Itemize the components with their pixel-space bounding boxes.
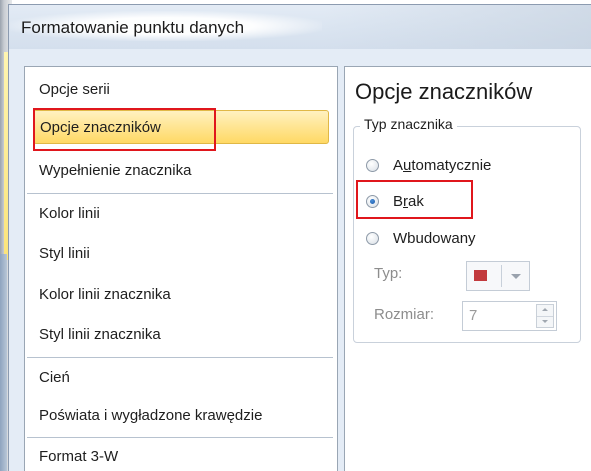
category-item-line-style[interactable]: Styl linii [33, 237, 329, 271]
section-title: Opcje znaczników [355, 79, 533, 104]
title-shade [322, 5, 591, 49]
highlight-box-none-option [356, 180, 473, 219]
marker-type-label: Typ: [374, 265, 403, 282]
radio-button[interactable] [366, 158, 379, 172]
marker-swatch [474, 270, 487, 281]
radio-button[interactable] [366, 231, 379, 245]
radio-label-built-in: Wbudowany [393, 229, 476, 247]
dialog-title: Formatowanie punktu danych [21, 18, 245, 37]
category-item-shadow[interactable]: Cień [33, 361, 329, 395]
category-item-marker-line-style[interactable]: Styl linii znacznika [33, 318, 329, 352]
category-item-line-color[interactable]: Kolor linii [33, 197, 329, 231]
category-divider [27, 357, 333, 358]
marker-size-label: Rozmiar: [374, 306, 435, 323]
radio-label-automatic: Automatycznie [393, 156, 492, 174]
screen: Formatowanie punktu danych Opcje serii O… [0, 0, 591, 471]
background-blue-strip [0, 254, 7, 471]
radio-automatic[interactable]: Automatycznie [366, 154, 491, 176]
chevron-down-icon[interactable] [511, 274, 521, 279]
spin-buttons [536, 304, 554, 328]
highlight-box-marker-options [33, 108, 216, 151]
marker-size-value: 7 [469, 307, 478, 324]
spin-down-arrow-icon[interactable] [537, 316, 553, 327]
category-item-glow-soft-edges[interactable]: Poświata i wygładzone krawędzie [33, 399, 329, 433]
category-item-series-options[interactable]: Opcje serii [33, 73, 329, 107]
radio-built-in[interactable]: Wbudowany [366, 227, 476, 249]
category-item-marker-line-color[interactable]: Kolor linii znacznika [33, 278, 329, 312]
marker-size-stepper[interactable]: 7 [462, 301, 557, 331]
category-item-marker-fill[interactable]: Wypełnienie znacznika [33, 154, 329, 188]
dialog-titlebar[interactable]: Formatowanie punktu danych [9, 5, 591, 49]
category-item-3d-format[interactable]: Format 3-W [33, 440, 329, 471]
marker-type-dropdown[interactable] [466, 261, 530, 291]
group-legend: Typ znacznika [360, 116, 457, 132]
category-divider [27, 437, 333, 438]
category-divider [27, 193, 333, 194]
marker-options-panel: Opcje znaczników Typ znacznika Automatyc… [344, 66, 591, 471]
dropdown-separator [501, 265, 502, 287]
